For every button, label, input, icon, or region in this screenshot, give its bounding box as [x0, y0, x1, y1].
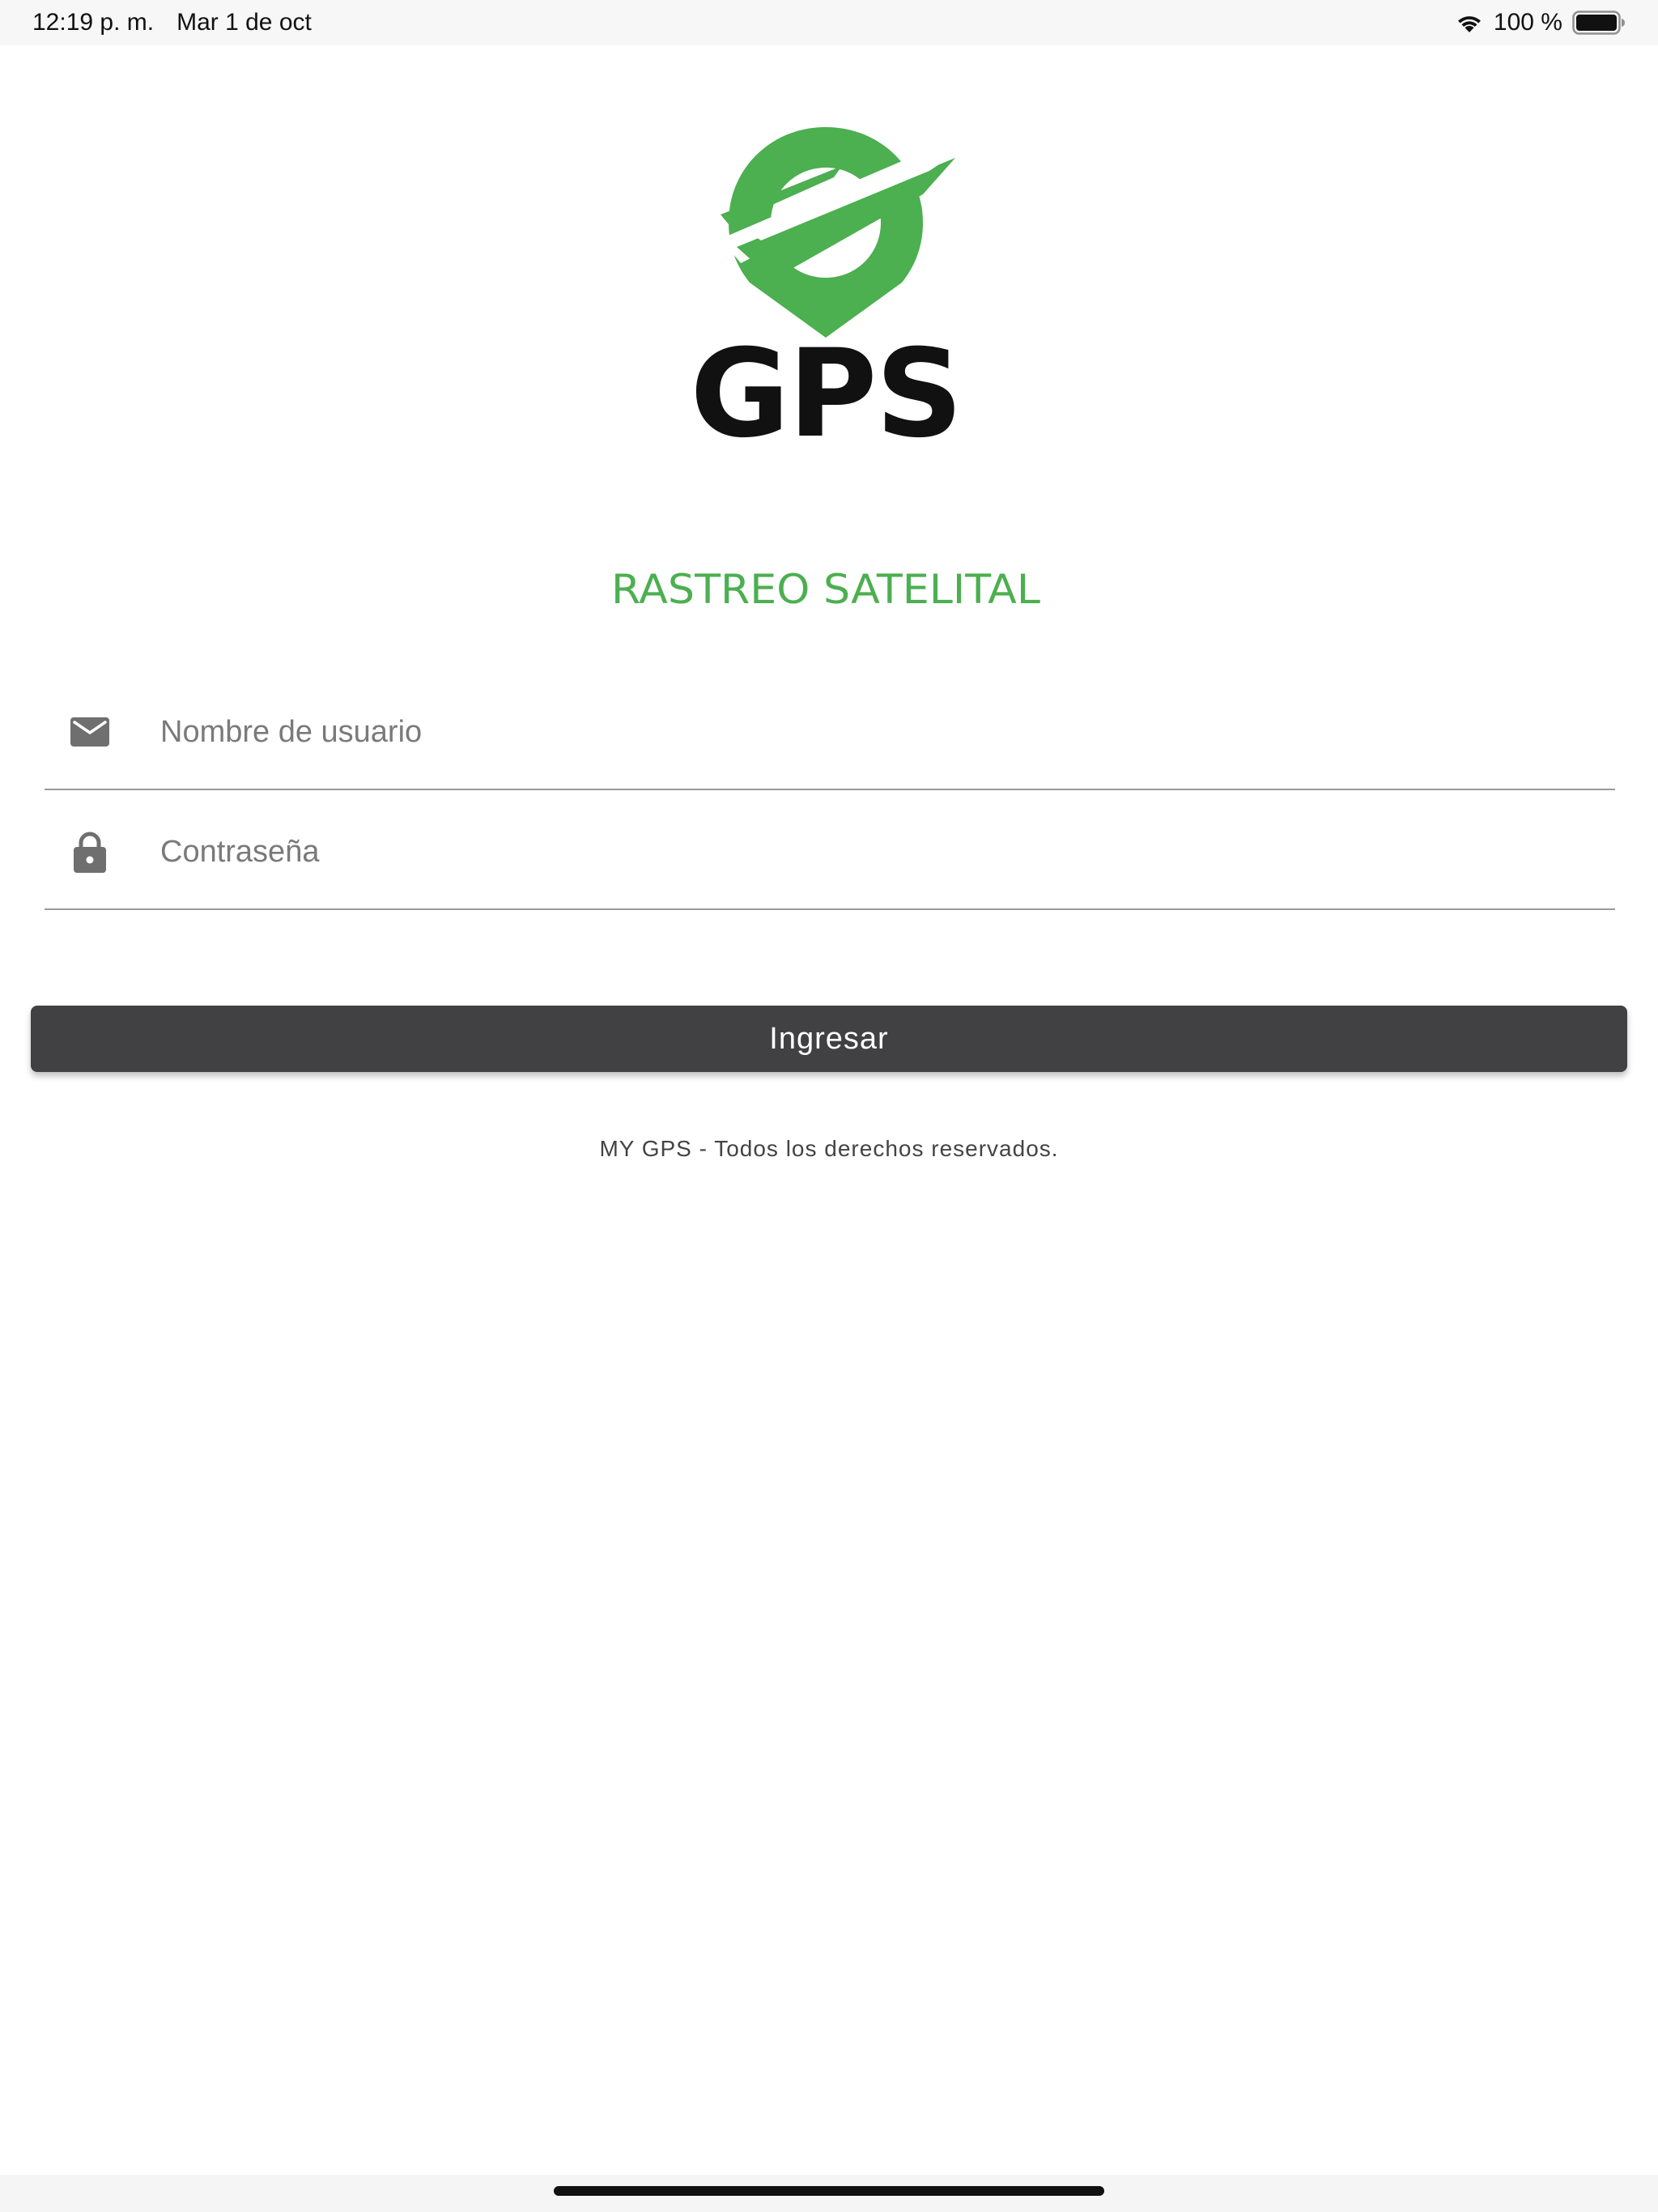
logo-subtitle: RASTREO SATELITAL — [599, 564, 1052, 613]
username-field — [45, 669, 1615, 790]
status-date: Mar 1 de oct — [176, 9, 312, 36]
username-input[interactable] — [160, 701, 1585, 763]
home-indicator[interactable] — [554, 2186, 1104, 2196]
password-input[interactable] — [160, 821, 1585, 883]
battery-percent: 100 % — [1493, 9, 1562, 36]
status-bar: 12:19 p. m. Mar 1 de oct 100 % — [0, 0, 1658, 45]
password-field — [45, 789, 1615, 910]
lock-icon — [69, 831, 111, 873]
logo-subtitle-text: RASTREO SATELITAL — [611, 566, 1040, 613]
wifi-icon — [1455, 11, 1484, 34]
status-datetime: 12:19 p. m. Mar 1 de oct — [32, 6, 312, 39]
status-time: 12:19 p. m. — [32, 9, 155, 36]
battery-icon — [1572, 11, 1626, 35]
login-button[interactable]: Ingresar — [31, 1006, 1627, 1072]
logo-title: GPS — [690, 324, 963, 465]
gps-logo: GPS RASTREO SATELITAL — [599, 117, 1052, 613]
satellite-pin-icon — [721, 127, 955, 338]
copyright-text: MY GPS - Todos los derechos reservados. — [599, 1136, 1059, 1161]
status-indicators: 100 % — [1455, 6, 1626, 39]
envelope-icon — [69, 711, 111, 753]
